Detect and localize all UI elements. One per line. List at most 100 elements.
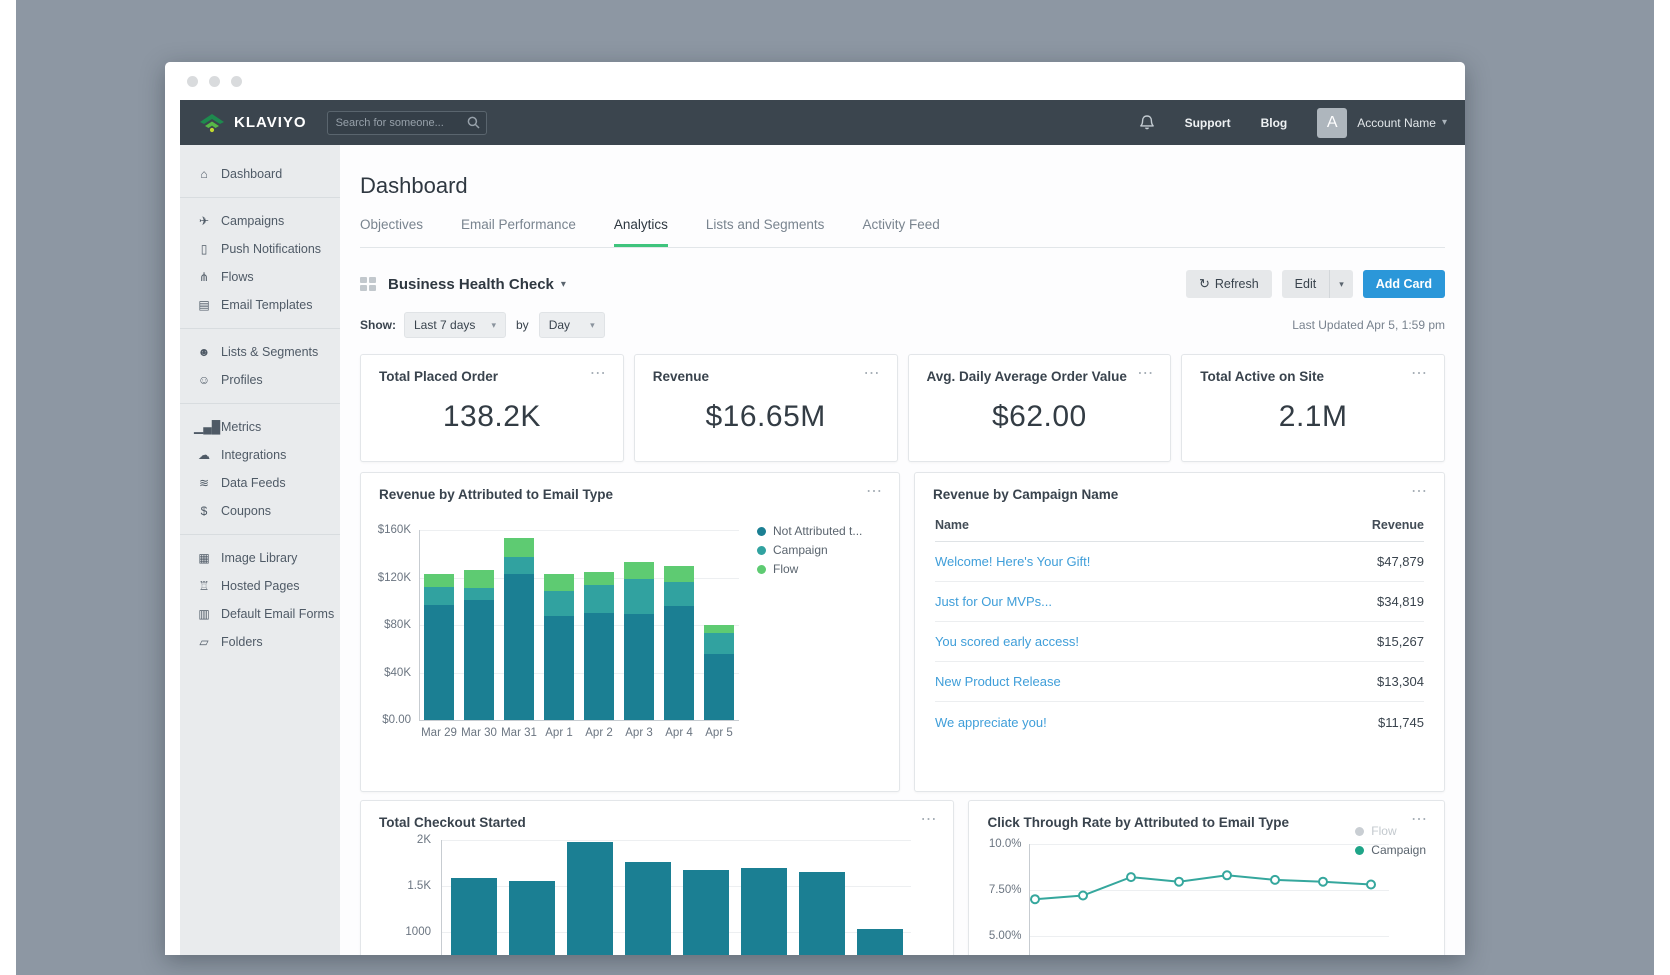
sidebar-item-push-notifications[interactable]: ▯Push Notifications bbox=[180, 235, 340, 263]
bar[interactable] bbox=[741, 868, 787, 955]
sidebar-item-label: Lists & Segments bbox=[221, 345, 318, 359]
legend-label: Campaign bbox=[773, 543, 828, 557]
tab-activity-feed[interactable]: Activity Feed bbox=[862, 217, 939, 247]
sidebar-item-flows[interactable]: ⋔Flows bbox=[180, 263, 340, 291]
sidebar-item-label: Folders bbox=[221, 635, 263, 649]
data-point-marker[interactable] bbox=[1223, 871, 1231, 879]
stacked-bar-apr-2[interactable] bbox=[584, 572, 614, 720]
account-menu-caret-icon[interactable]: ▾ bbox=[1442, 117, 1447, 128]
sidebar-item-email-templates[interactable]: ▤Email Templates bbox=[180, 291, 340, 319]
data-point-marker[interactable] bbox=[1031, 895, 1039, 903]
board-title[interactable]: Business Health Check bbox=[388, 276, 554, 293]
legend-item-campaign[interactable]: Campaign bbox=[1355, 843, 1426, 857]
sidebar-item-data-feeds[interactable]: ≋Data Feeds bbox=[180, 469, 340, 497]
data-point-marker[interactable] bbox=[1271, 876, 1279, 884]
table-row: We appreciate you!$11,745 bbox=[935, 702, 1424, 742]
card-menu-button[interactable]: ⋯ bbox=[1137, 369, 1154, 379]
blog-link[interactable]: Blog bbox=[1261, 116, 1288, 130]
bar[interactable] bbox=[683, 870, 729, 955]
bar-segment-not-attributed-t bbox=[504, 574, 534, 720]
card-menu-button[interactable]: ⋯ bbox=[1411, 369, 1428, 379]
bar-segment-not-attributed-t bbox=[424, 605, 454, 720]
toolbar-actions: ↻Refresh Edit ▾ Add Card bbox=[1186, 270, 1445, 298]
search-input[interactable] bbox=[327, 111, 487, 135]
board-switcher-icon[interactable] bbox=[360, 277, 376, 291]
legend-item-campaign[interactable]: Campaign bbox=[757, 543, 862, 557]
bar-segment-not-attributed-t bbox=[584, 613, 614, 720]
card-menu-button[interactable]: ⋯ bbox=[864, 369, 881, 379]
form-icon: ▥ bbox=[194, 607, 214, 621]
board-title-caret-icon[interactable]: ▾ bbox=[561, 279, 566, 290]
bar[interactable] bbox=[625, 862, 671, 955]
sidebar-item-dashboard[interactable]: ⌂Dashboard bbox=[180, 160, 340, 188]
bar[interactable] bbox=[857, 929, 903, 955]
stacked-bar-mar-31[interactable] bbox=[504, 538, 534, 720]
window-control-dot[interactable] bbox=[231, 76, 242, 87]
sidebar-item-label: Flows bbox=[221, 270, 254, 284]
tab-lists-and-segments[interactable]: Lists and Segments bbox=[706, 217, 825, 247]
data-point-marker[interactable] bbox=[1367, 880, 1375, 888]
refresh-button[interactable]: ↻Refresh bbox=[1186, 270, 1272, 298]
tab-analytics[interactable]: Analytics bbox=[614, 217, 668, 247]
sidebar-item-default-email-forms[interactable]: ▥Default Email Forms bbox=[180, 600, 340, 628]
sidebar-item-image-library[interactable]: ▦Image Library bbox=[180, 544, 340, 572]
tab-email-performance[interactable]: Email Performance bbox=[461, 217, 576, 247]
edit-caret-button[interactable]: ▾ bbox=[1329, 270, 1353, 298]
stacked-bar-apr-3[interactable] bbox=[624, 562, 654, 720]
campaign-link[interactable]: Welcome! Here's Your Gift! bbox=[935, 554, 1090, 569]
account-name: Account Name bbox=[1357, 116, 1436, 130]
bar[interactable] bbox=[567, 842, 613, 955]
sidebar-item-lists-segments[interactable]: ☻Lists & Segments bbox=[180, 338, 340, 366]
klaviyo-logo[interactable]: KLAVIYO bbox=[198, 113, 307, 133]
data-point-marker[interactable] bbox=[1079, 892, 1087, 900]
add-card-button[interactable]: Add Card bbox=[1363, 270, 1445, 298]
sidebar-item-folders[interactable]: ▱Folders bbox=[180, 628, 340, 656]
y-axis-tick-label: $120K bbox=[361, 572, 411, 584]
y-axis-tick-label: $40K bbox=[361, 667, 411, 679]
card-menu-button[interactable]: ⋯ bbox=[866, 487, 883, 497]
bar-segment-not-attributed-t bbox=[624, 614, 654, 720]
bar[interactable] bbox=[799, 872, 845, 955]
interval-select[interactable]: Day▾ bbox=[539, 312, 605, 338]
date-range-select[interactable]: Last 7 days▾ bbox=[404, 312, 506, 338]
tab-objectives[interactable]: Objectives bbox=[360, 217, 423, 247]
campaign-link[interactable]: We appreciate you! bbox=[935, 715, 1047, 730]
sidebar-item-metrics[interactable]: ▁▄█Metrics bbox=[180, 413, 340, 441]
notifications-bell-icon[interactable] bbox=[1139, 114, 1155, 131]
legend-item-flow[interactable]: Flow bbox=[1355, 824, 1426, 838]
campaign-link[interactable]: You scored early access! bbox=[935, 634, 1079, 649]
stacked-bar-mar-29[interactable] bbox=[424, 574, 454, 720]
campaign-link[interactable]: Just for Our MVPs... bbox=[935, 594, 1052, 609]
bar-segment-campaign bbox=[464, 588, 494, 600]
card-menu-button[interactable]: ⋯ bbox=[1411, 487, 1428, 497]
campaign-link[interactable]: New Product Release bbox=[935, 674, 1061, 689]
sidebar-item-campaigns[interactable]: ✈Campaigns bbox=[180, 207, 340, 235]
revenue-value: $34,819 bbox=[1377, 594, 1424, 609]
sidebar-item-hosted-pages[interactable]: ♖Hosted Pages bbox=[180, 572, 340, 600]
account-avatar[interactable]: A bbox=[1317, 108, 1347, 138]
legend-item-not-attributed-t[interactable]: Not Attributed t... bbox=[757, 524, 862, 538]
bar[interactable] bbox=[509, 881, 555, 955]
window-control-dot[interactable] bbox=[209, 76, 220, 87]
sidebar-item-profiles[interactable]: ☺Profiles bbox=[180, 366, 340, 394]
bar[interactable] bbox=[451, 878, 497, 955]
edit-button[interactable]: Edit bbox=[1282, 270, 1330, 298]
bar-segment-flow bbox=[464, 570, 494, 588]
stacked-bar-apr-4[interactable] bbox=[664, 566, 694, 720]
data-point-marker[interactable] bbox=[1127, 873, 1135, 881]
stacked-bar-apr-5[interactable] bbox=[704, 625, 734, 720]
sidebar-group: ☻Lists & Segments☺Profiles bbox=[180, 329, 340, 404]
legend-item-flow[interactable]: Flow bbox=[757, 562, 862, 576]
revenue-value: $15,267 bbox=[1377, 634, 1424, 649]
stacked-bar-apr-1[interactable] bbox=[544, 574, 574, 720]
support-link[interactable]: Support bbox=[1185, 116, 1231, 130]
card-menu-button[interactable]: ⋯ bbox=[920, 815, 937, 825]
bar-segment-campaign bbox=[544, 591, 574, 616]
stacked-bar-mar-30[interactable] bbox=[464, 570, 494, 720]
window-control-dot[interactable] bbox=[187, 76, 198, 87]
data-point-marker[interactable] bbox=[1175, 878, 1183, 886]
sidebar-item-coupons[interactable]: $Coupons bbox=[180, 497, 340, 525]
data-point-marker[interactable] bbox=[1319, 878, 1327, 886]
sidebar-item-integrations[interactable]: ☁Integrations bbox=[180, 441, 340, 469]
card-menu-button[interactable]: ⋯ bbox=[590, 369, 607, 379]
